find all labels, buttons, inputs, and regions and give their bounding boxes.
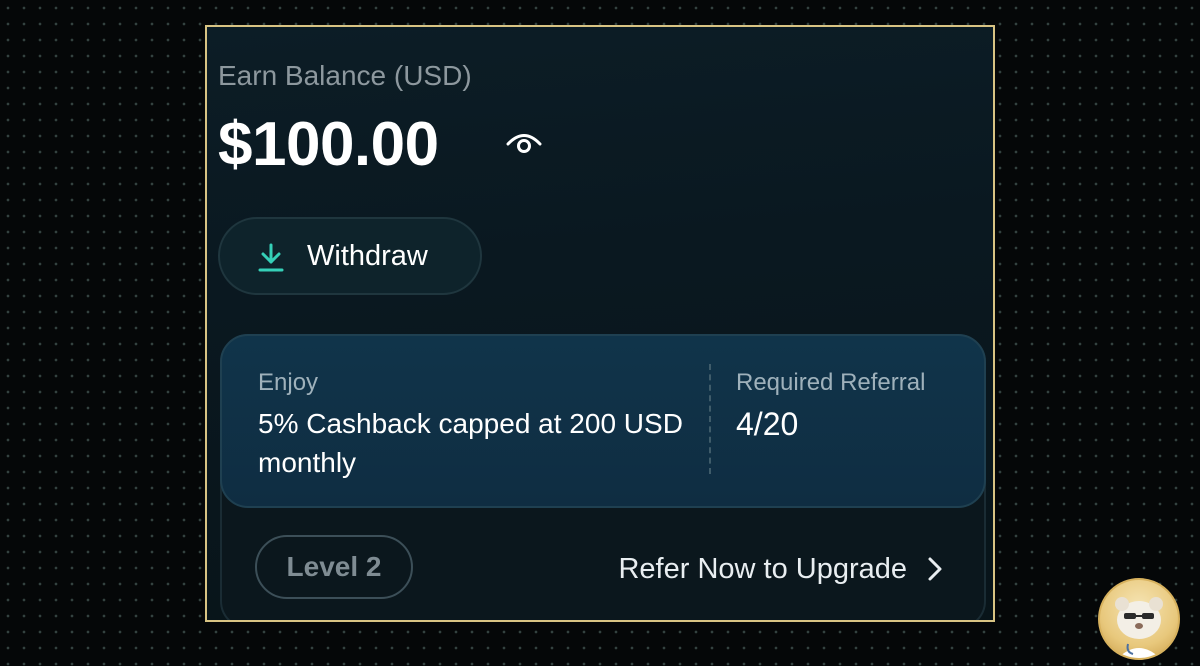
level-badge: Level 2	[255, 535, 413, 599]
enjoy-label: Enjoy	[258, 369, 319, 396]
required-referral-label: Required Referral	[736, 369, 926, 396]
withdraw-button[interactable]: Withdraw	[218, 217, 482, 295]
earn-balance-card: Earn Balance (USD) $100.00 Withdraw Enjo…	[205, 25, 995, 622]
download-icon	[258, 243, 284, 272]
chevron-right-icon	[928, 557, 942, 581]
hamster-avatar	[1098, 578, 1180, 660]
refer-upgrade-link[interactable]: Refer Now to Upgrade	[618, 551, 943, 587]
balance-amount: $100.00	[218, 110, 439, 179]
perk-panel: Enjoy 5% Cashback capped at 200 USD mont…	[220, 334, 986, 508]
eye-icon	[506, 134, 542, 153]
toggle-visibility-button[interactable]	[504, 127, 544, 157]
refer-upgrade-label: Refer Now to Upgrade	[618, 552, 907, 585]
panel-divider	[709, 364, 711, 474]
required-referral-value: 4/20	[736, 406, 799, 442]
cashback-description: 5% Cashback capped at 200 USD monthly	[258, 408, 683, 478]
balance-label: Earn Balance (USD)	[218, 60, 472, 91]
withdraw-label: Withdraw	[307, 240, 428, 272]
